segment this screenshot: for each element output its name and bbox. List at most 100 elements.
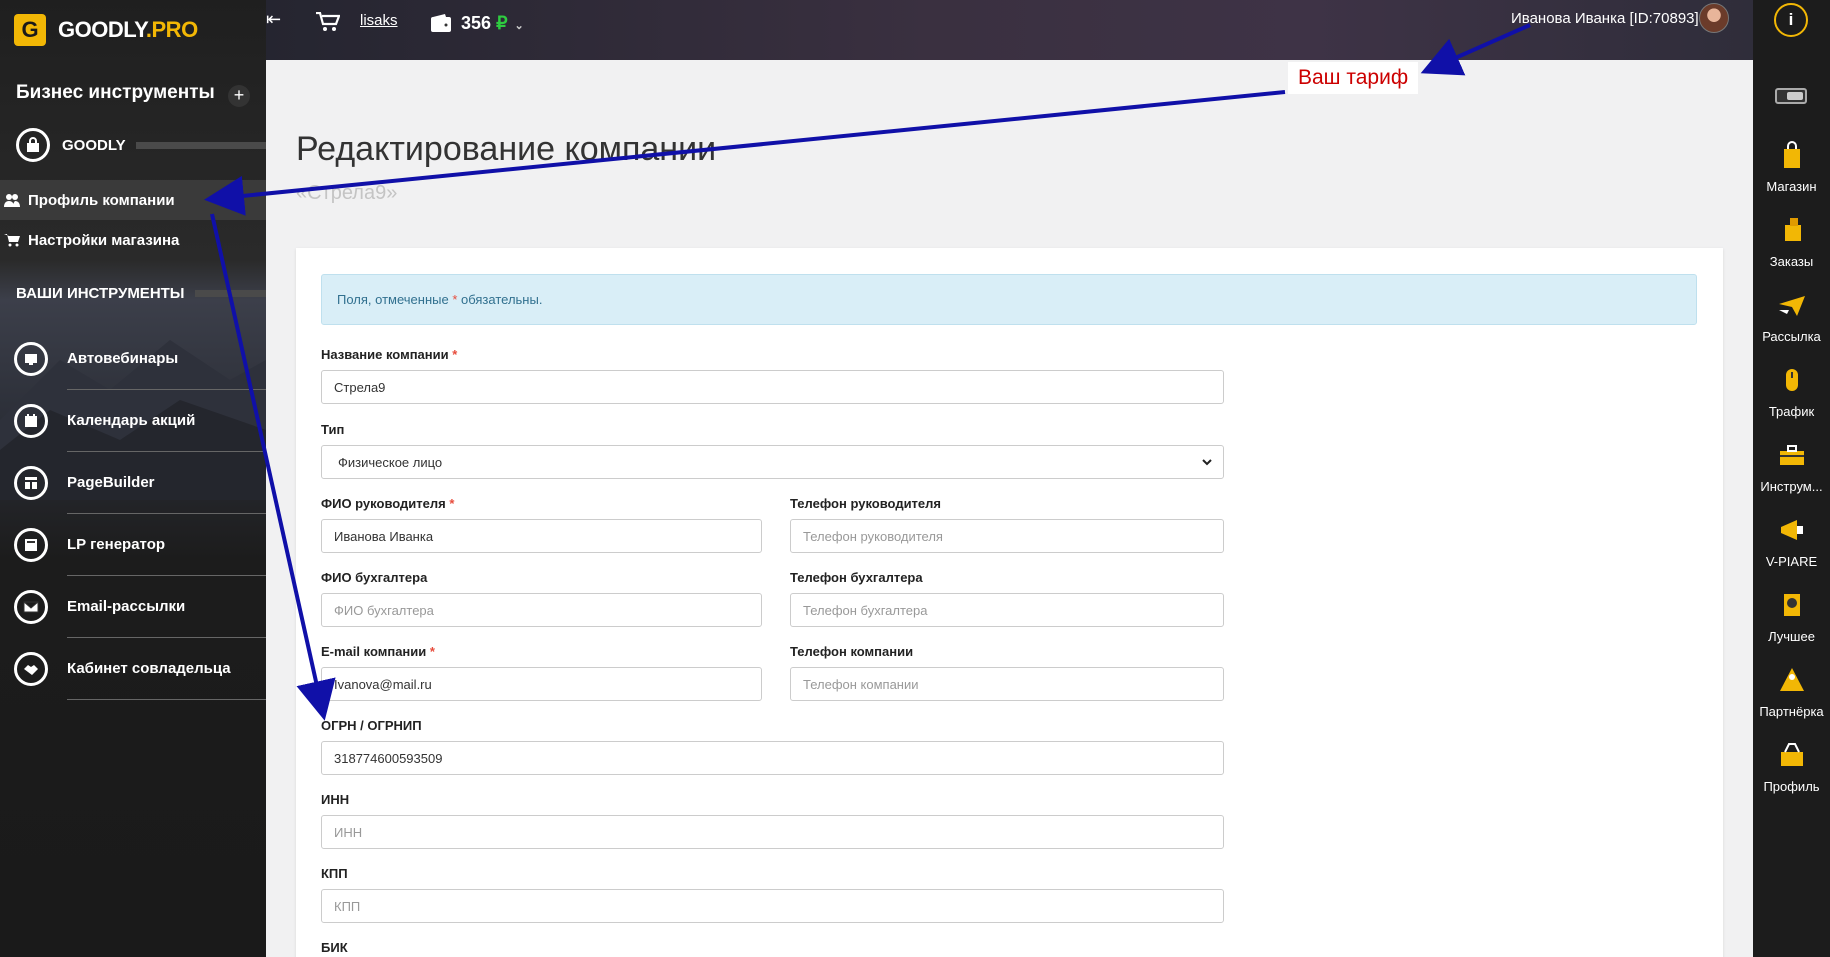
rail-item-vpiare[interactable]: V-PIARE: [1753, 515, 1830, 569]
balance-value: 356: [461, 13, 492, 33]
email-icon: [14, 590, 48, 624]
rail-item-profile[interactable]: Профиль: [1753, 740, 1830, 794]
company-name-input[interactable]: Стрела9: [321, 370, 1224, 404]
pagebuilder-icon: [14, 466, 48, 500]
top-bar: ⇤ lisaks 356 ₽ ⌄ Иванова Иванка [ID:7089…: [266, 0, 1753, 60]
company-phone-label: Телефон компании: [790, 644, 914, 659]
ogrn-input[interactable]: 318774600593509: [321, 741, 1224, 775]
balance-dropdown[interactable]: 356 ₽ ⌄: [461, 13, 524, 34]
sidebar-item-autowebinars[interactable]: Автовебинары: [14, 328, 266, 390]
rail-item-best[interactable]: Лучшее: [1753, 590, 1830, 644]
chevron-down-icon: [1202, 459, 1212, 466]
sidebar-section-title: Бизнес инструменты: [16, 82, 215, 103]
bik-label: БИК: [321, 940, 348, 955]
company-form-card: Поля, отмеченные * обязательны. Название…: [296, 248, 1723, 957]
tools-case-icon: [1779, 445, 1804, 465]
company-phone-input[interactable]: Телефон компании: [790, 667, 1224, 701]
director-name-input[interactable]: Иванова Иванка: [321, 519, 762, 553]
director-name-label: ФИО руководителя *: [321, 496, 454, 511]
sidebar-item-coowner[interactable]: Кабинет совладельца: [14, 638, 266, 700]
sidebar-item-shop-settings[interactable]: Настройки магазина: [0, 220, 266, 260]
alert-text-before: Поля, отмеченные: [337, 292, 453, 307]
sidebar-item-company-profile[interactable]: Профиль компании: [0, 180, 266, 220]
add-tool-button[interactable]: +: [228, 85, 250, 107]
rail-item-label: V-PIARE: [1765, 554, 1818, 569]
divider-line: [194, 290, 266, 297]
rail-item-label: Профиль: [1763, 779, 1820, 794]
rail-item-tools[interactable]: Инструм...: [1753, 440, 1830, 494]
left-sidebar: G GOODLY.PRO Бизнес инструменты + GOODLY…: [0, 0, 266, 957]
tools-title-text: ВАШИ ИНСТРУМЕНТЫ: [16, 285, 185, 302]
accountant-phone-label: Телефон бухгалтера: [790, 570, 923, 585]
megaphone-icon: [1780, 520, 1803, 540]
orders-box-icon: [1784, 218, 1801, 241]
rail-item-mailing[interactable]: Рассылка: [1753, 290, 1830, 344]
sidebar-item-lp-generator[interactable]: LP генератор: [14, 514, 266, 576]
sidebar-item-label: Профиль компании: [28, 191, 175, 209]
type-label: Тип: [321, 422, 345, 437]
traffic-mouse-icon: [1785, 369, 1798, 391]
required-star: *: [452, 347, 458, 362]
shop-bag-icon: [1783, 141, 1800, 168]
sidebar-tools-title: ВАШИ ИНСТРУМЕНТЫ: [16, 285, 266, 302]
collapse-sidebar-icon[interactable]: ⇤: [266, 9, 281, 30]
label-text: E-mail компании: [321, 644, 427, 659]
rail-item-label: Магазин: [1766, 179, 1817, 194]
sidebar-group-label: GOODLY: [62, 136, 126, 154]
rail-item-label: Рассылка: [1762, 329, 1821, 344]
right-rail: i Магазин Заказы Рассылка Трафик Инструм…: [1753, 0, 1830, 957]
required-star: *: [449, 496, 455, 511]
rail-item-partner[interactable]: Партнёрка: [1753, 665, 1830, 719]
wallet-icon[interactable]: [430, 13, 452, 33]
page-title: Редактирование компании: [296, 130, 717, 168]
accountant-phone-input[interactable]: Телефон бухгалтера: [790, 593, 1224, 627]
sidebar-item-email[interactable]: Email-рассылки: [14, 576, 266, 638]
kpp-input[interactable]: КПП: [321, 889, 1224, 923]
sidebar-item-label: LP генератор: [67, 514, 266, 576]
ogrn-label: ОГРН / ОГРНИП: [321, 718, 422, 733]
sidebar-item-label: Автовебинары: [67, 328, 266, 390]
users-icon: [4, 194, 20, 207]
sidebar-item-label: Настройки магазина: [28, 231, 180, 249]
cart-icon[interactable]: [316, 12, 340, 32]
sidebar-item-label: Email-рассылки: [67, 576, 266, 638]
sidebar-item-pagebuilder[interactable]: PageBuilder: [14, 452, 266, 514]
rail-item-shop[interactable]: Магазин: [1753, 140, 1830, 194]
alert-text-after: обязательны.: [457, 292, 543, 307]
brand-logo[interactable]: G GOODLY.PRO: [14, 14, 198, 46]
shop-link[interactable]: lisaks: [360, 12, 398, 29]
page-subtitle: «Стрела9»: [296, 182, 398, 204]
logo-name-suffix: .PRO: [145, 17, 198, 42]
inn-label: ИНН: [321, 792, 350, 807]
rail-item-label: Заказы: [1769, 254, 1814, 269]
rail-item-traffic[interactable]: Трафик: [1753, 365, 1830, 419]
type-select[interactable]: Физическое лицо: [321, 445, 1224, 479]
partner-icon: [1779, 668, 1804, 691]
toggle-icon[interactable]: [1775, 88, 1807, 104]
rail-item-label: Трафик: [1768, 404, 1815, 419]
avatar[interactable]: [1699, 3, 1729, 33]
logo-text: GOODLY.PRO: [58, 17, 198, 43]
required-fields-alert: Поля, отмеченные * обязательны.: [321, 274, 1697, 325]
sidebar-item-calendar[interactable]: Календарь акций: [14, 390, 266, 452]
cart-small-icon: [4, 234, 20, 247]
company-name-label: Название компании *: [321, 347, 457, 362]
mailing-plane-icon: [1778, 296, 1805, 316]
sidebar-group-goodly[interactable]: GOODLY: [16, 128, 266, 162]
lock-bag-icon: [16, 128, 50, 162]
rail-item-label: Партнёрка: [1759, 704, 1824, 719]
label-text: Название компании: [321, 347, 449, 362]
user-name[interactable]: Иванова Иванка [ID:70893]: [1511, 10, 1699, 27]
handshake-icon: [14, 652, 48, 686]
sidebar-item-label: PageBuilder: [67, 452, 266, 514]
info-icon[interactable]: i: [1774, 3, 1808, 37]
accountant-name-input[interactable]: ФИО бухгалтера: [321, 593, 762, 627]
sidebar-item-label: Календарь акций: [67, 390, 266, 452]
inn-input[interactable]: ИНН: [321, 815, 1224, 849]
company-email-label: E-mail компании *: [321, 644, 435, 659]
director-phone-input[interactable]: Телефон руководителя: [790, 519, 1224, 553]
rail-item-orders[interactable]: Заказы: [1753, 215, 1830, 269]
profile-basket-icon: [1780, 743, 1803, 766]
tariff-annotation-label: Ваш тариф: [1288, 62, 1419, 94]
company-email-input[interactable]: Ivanova@mail.ru: [321, 667, 762, 701]
